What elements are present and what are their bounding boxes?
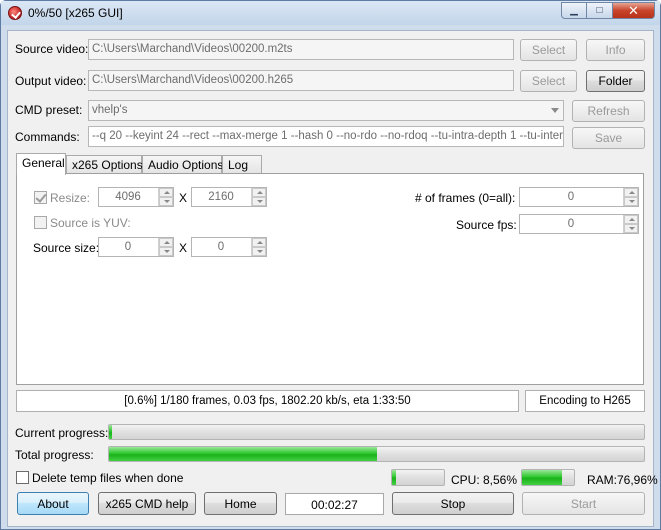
main-panel: Source video: C:\Users\Marchand\Videos\0… xyxy=(7,30,658,527)
frames-spinner[interactable]: 0 xyxy=(519,187,639,207)
spin-up-icon[interactable] xyxy=(252,188,266,197)
folder-button[interactable]: Folder xyxy=(586,70,645,92)
source-size-separator: X xyxy=(179,241,188,255)
encode-mode-text: Encoding to H265 xyxy=(525,390,645,412)
x265-cmd-help-button[interactable]: x265 CMD help xyxy=(98,492,196,515)
resize-height-value: 2160 xyxy=(208,191,234,203)
resize-separator: X xyxy=(179,191,188,205)
resize-label: Resize: xyxy=(50,191,91,205)
spin-up-icon[interactable] xyxy=(159,238,173,247)
start-button[interactable]: Start xyxy=(522,492,645,515)
close-icon: ✕ xyxy=(628,2,639,18)
maximize-icon: □ xyxy=(596,5,603,16)
resize-width-value: 4096 xyxy=(115,191,141,203)
current-progress-bar xyxy=(108,424,645,440)
source-height-spinner[interactable]: 0 xyxy=(191,237,267,257)
source-video-label: Source video: xyxy=(15,42,89,56)
spin-down-icon[interactable] xyxy=(159,197,173,206)
source-fps-value: 0 xyxy=(567,218,575,230)
refresh-button[interactable]: Refresh xyxy=(572,100,645,122)
commands-label: Commands: xyxy=(15,130,80,144)
source-height-value: 0 xyxy=(217,241,225,253)
ram-meter-fill xyxy=(522,470,563,485)
elapsed-timer: 00:02:27 xyxy=(285,493,384,515)
minimize-button[interactable]: ▁ xyxy=(561,2,587,19)
total-progress-bar xyxy=(108,446,645,462)
resize-height-spinner[interactable]: 2160 xyxy=(191,187,267,207)
app-logo-icon xyxy=(8,6,22,20)
chevron-down-icon xyxy=(551,108,559,113)
source-width-spinner[interactable]: 0 xyxy=(98,237,174,257)
spin-down-icon[interactable] xyxy=(159,247,173,256)
source-size-label: Source size: xyxy=(33,241,100,255)
spin-up-icon[interactable] xyxy=(159,188,173,197)
frames-value: 0 xyxy=(567,191,575,203)
source-width-value: 0 xyxy=(124,241,132,253)
tab-general[interactable]: General xyxy=(16,153,66,175)
save-button[interactable]: Save xyxy=(572,127,645,149)
cpu-usage-label: CPU: 8,56% xyxy=(451,473,518,487)
spin-up-icon[interactable] xyxy=(624,215,638,224)
source-fps-spinner[interactable]: 0 xyxy=(519,214,639,234)
source-fps-label: Source fps: xyxy=(456,218,517,232)
cmd-preset-select[interactable]: vhelp's xyxy=(88,100,564,121)
source-yuv-checkbox[interactable] xyxy=(34,216,47,229)
cmd-preset-label: CMD preset: xyxy=(15,103,83,117)
spin-down-icon[interactable] xyxy=(624,197,638,206)
spin-up-icon[interactable] xyxy=(252,238,266,247)
delete-temp-checkbox[interactable] xyxy=(16,471,29,484)
spin-up-icon[interactable] xyxy=(624,188,638,197)
window-controls: ▁ □ ✕ xyxy=(561,2,655,19)
spin-down-icon[interactable] xyxy=(624,224,638,233)
current-progress-fill xyxy=(109,425,113,439)
output-video-label: Output video: xyxy=(15,74,87,88)
tab-x265-options[interactable]: x265 Options xyxy=(66,155,143,174)
about-button[interactable]: About xyxy=(17,492,89,515)
ram-usage-label: RAM:76,96% xyxy=(587,473,658,487)
resize-width-spinner[interactable]: 4096 xyxy=(98,187,174,207)
cpu-meter xyxy=(391,469,445,486)
close-button[interactable]: ✕ xyxy=(613,2,655,19)
resize-checkbox[interactable] xyxy=(34,191,47,204)
source-yuv-label: Source is YUV: xyxy=(50,216,131,230)
source-video-input[interactable]: C:\Users\Marchand\Videos\00200.m2ts xyxy=(88,39,514,60)
cmd-preset-value: vhelp's xyxy=(92,104,128,116)
source-select-button[interactable]: Select xyxy=(520,39,577,61)
general-tab-panel: Resize: 4096 X 2160 Source is YUV: Sourc… xyxy=(16,173,644,385)
tab-audio-options[interactable]: Audio Options xyxy=(142,155,223,174)
tab-log[interactable]: Log xyxy=(222,155,262,174)
app-window: 0%/50 [x265 GUI] ▁ □ ✕ Source video: C:\… xyxy=(0,0,661,530)
current-progress-label: Current progress: xyxy=(15,426,109,440)
encode-status-text: [0.6%] 1/180 frames, 0.03 fps, 1802.20 k… xyxy=(16,390,519,412)
title-bar[interactable]: 0%/50 [x265 GUI] ▁ □ ✕ xyxy=(1,1,660,25)
frames-label: # of frames (0=all): xyxy=(415,191,516,205)
spin-down-icon[interactable] xyxy=(252,197,266,206)
cpu-meter-fill xyxy=(392,470,397,485)
minimize-icon: ▁ xyxy=(570,5,578,16)
output-video-input[interactable]: C:\Users\Marchand\Videos\00200.h265 xyxy=(88,70,514,91)
output-select-button[interactable]: Select xyxy=(520,70,577,92)
home-button[interactable]: Home xyxy=(204,492,277,515)
stop-button[interactable]: Stop xyxy=(392,492,514,515)
spin-down-icon[interactable] xyxy=(252,247,266,256)
info-button[interactable]: Info xyxy=(586,39,645,61)
total-progress-label: Total progress: xyxy=(15,448,94,462)
delete-temp-label: Delete temp files when done xyxy=(32,471,184,485)
commands-input[interactable]: --q 20 --keyint 24 --rect --max-merge 1 … xyxy=(88,126,564,147)
window-title: 0%/50 [x265 GUI] xyxy=(28,6,123,20)
maximize-button[interactable]: □ xyxy=(587,2,613,19)
total-progress-fill xyxy=(109,447,377,461)
ram-meter xyxy=(521,469,575,486)
